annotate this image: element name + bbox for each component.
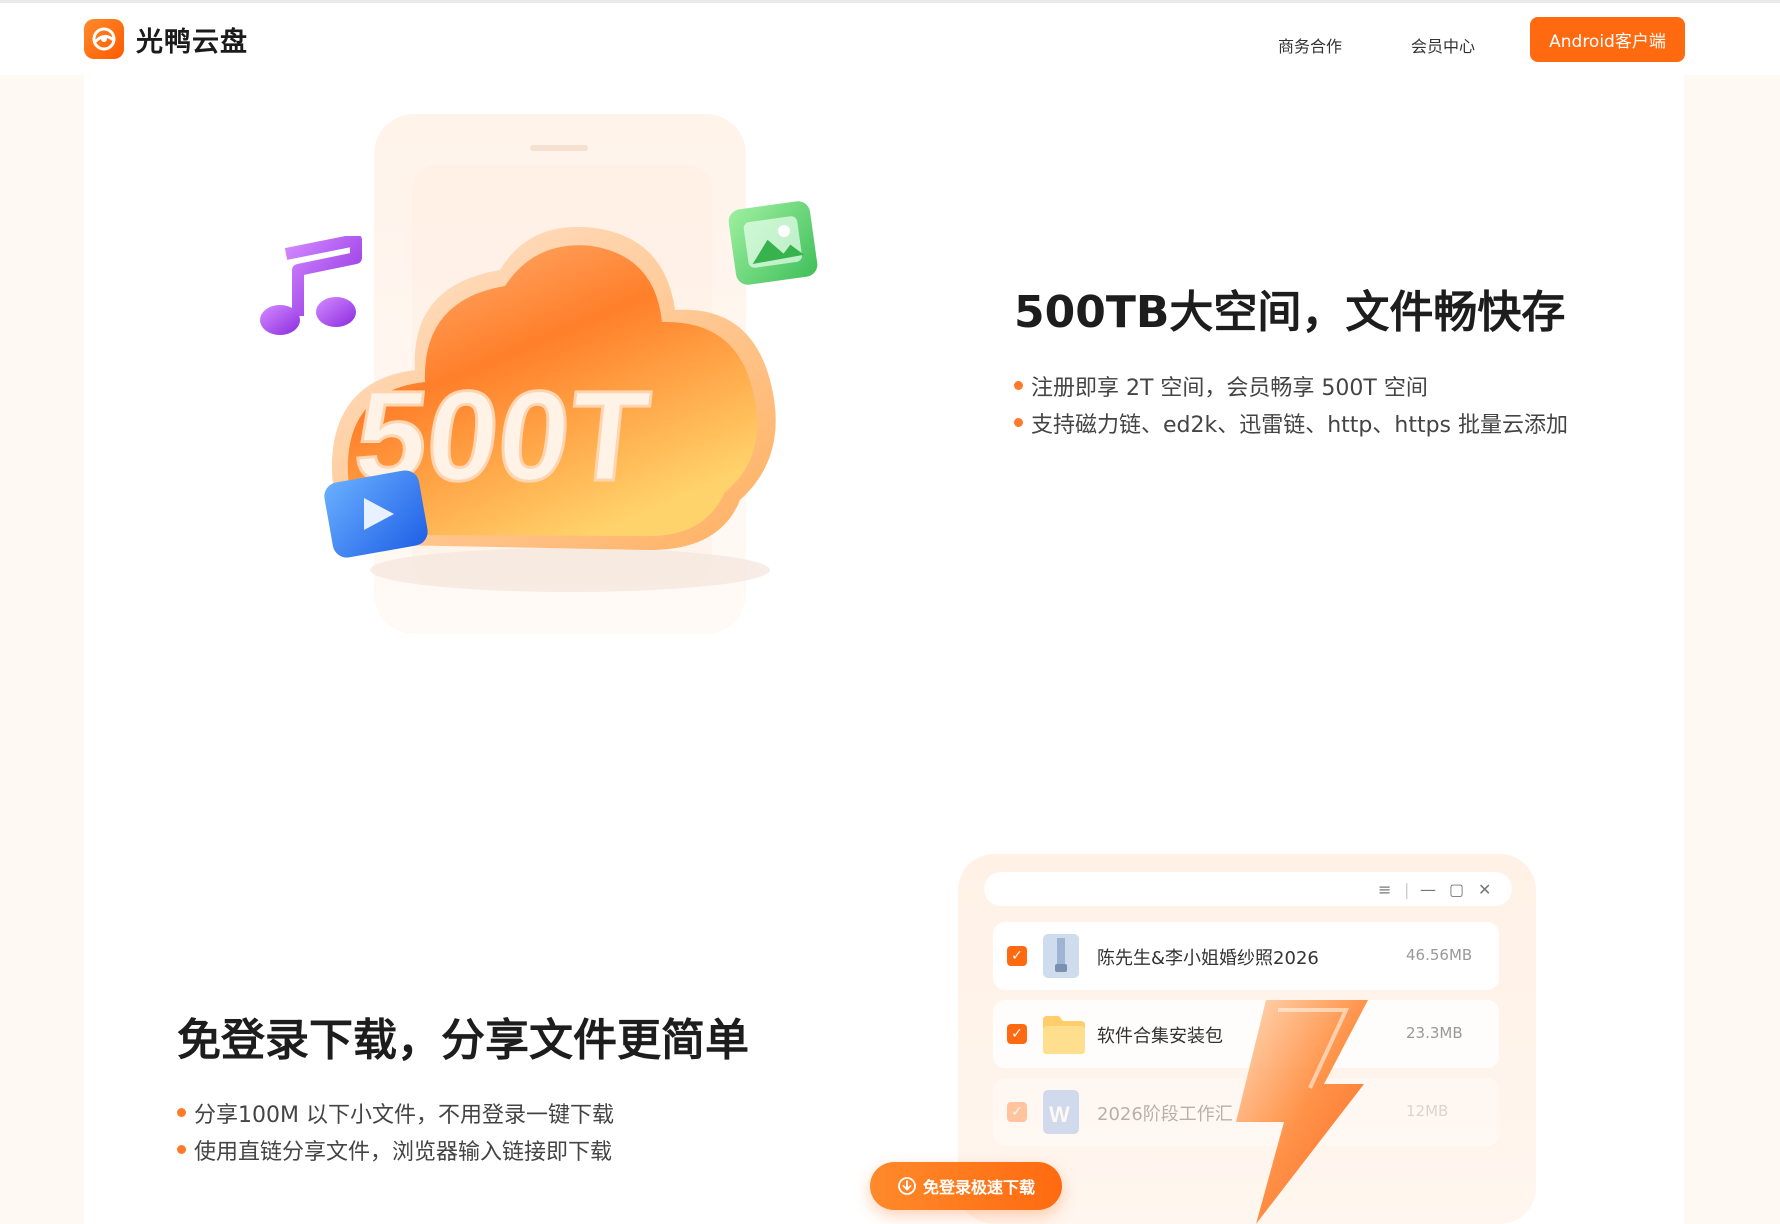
folder-icon [1043,1016,1085,1054]
bullet-dot [1014,381,1023,390]
section1-bullet: 注册即享 2T 空间，会员畅享 500T 空间 [1014,367,1568,404]
separator: | [1404,880,1410,899]
section1-bullet: 支持磁力链、ed2k、迅雷链、http、https 批量云添加 [1014,404,1568,441]
free-download-button[interactable]: 免登录极速下载 [870,1162,1062,1210]
file-name: 陈先生&李小姐婚纱照2026 [1097,948,1319,969]
section1-title: 500TB大空间，文件畅快存 [1014,287,1566,338]
word-doc-icon: W [1043,1090,1079,1134]
svg-text:W: W [1049,1102,1070,1127]
maximize-icon: ▢ [1449,880,1465,899]
checkbox-checked-icon: ✓ [1007,946,1027,966]
video-play-icon [324,470,428,558]
bullet-text: 注册即享 2T 空间，会员畅享 500T 空间 [1031,375,1428,401]
brand-logo[interactable]: 光鸭云盘 [84,19,248,59]
zip-icon [1043,934,1079,978]
section2-bullet: 分享100M 以下小文件，不用登录一键下载 [177,1094,614,1131]
checkbox-checked-icon: ✓ [1007,1024,1027,1044]
bullet-dot [1014,418,1023,427]
lightning-bolt-icon [1236,1000,1368,1224]
file-size: 23.3MB [1406,1024,1463,1042]
file-size: 12MB [1406,1102,1449,1120]
nav-membership[interactable]: 会员中心 [1411,33,1475,57]
brand-name: 光鸭云盘 [136,26,248,58]
section2-title: 免登录下载，分享文件更简单 [177,1015,749,1066]
download-icon [898,1177,916,1195]
music-note-icon [260,236,362,335]
photo-icon [728,201,818,285]
menu-icon: ≡ [1378,880,1392,899]
minimize-icon: — [1420,880,1436,899]
bullet-text: 支持磁力链、ed2k、迅雷链、http、https 批量云添加 [1031,412,1569,438]
section1-bullet-list: 注册即享 2T 空间，会员畅享 500T 空间 支持磁力链、ed2k、迅雷链、h… [1014,367,1568,441]
close-icon: ✕ [1478,880,1492,899]
bullet-text: 分享100M 以下小文件，不用登录一键下载 [194,1102,614,1128]
checkbox-checked-icon: ✓ [1007,1102,1027,1122]
nav-business[interactable]: 商务合作 [1278,33,1342,57]
duck-logo-icon [84,19,124,59]
bullet-text: 使用直链分享文件，浏览器输入链接即下载 [194,1139,613,1165]
section2-bullet-list: 分享100M 以下小文件，不用登录一键下载 使用直链分享文件，浏览器输入链接即下… [177,1094,614,1168]
file-size: 46.56MB [1406,946,1473,964]
file-row: ✓ 陈先生&李小姐婚纱照2026 46.56MB [993,922,1499,990]
section2-bullet: 使用直链分享文件，浏览器输入链接即下载 [177,1131,614,1168]
android-client-button[interactable]: Android客户端 [1530,17,1685,62]
phone-notch [530,145,588,151]
bullet-dot [177,1145,186,1154]
bullet-dot [177,1108,186,1117]
site-header: 光鸭云盘 商务合作 会员中心 Android客户端 [0,3,1780,75]
free-download-label: 免登录极速下载 [922,1178,1035,1197]
